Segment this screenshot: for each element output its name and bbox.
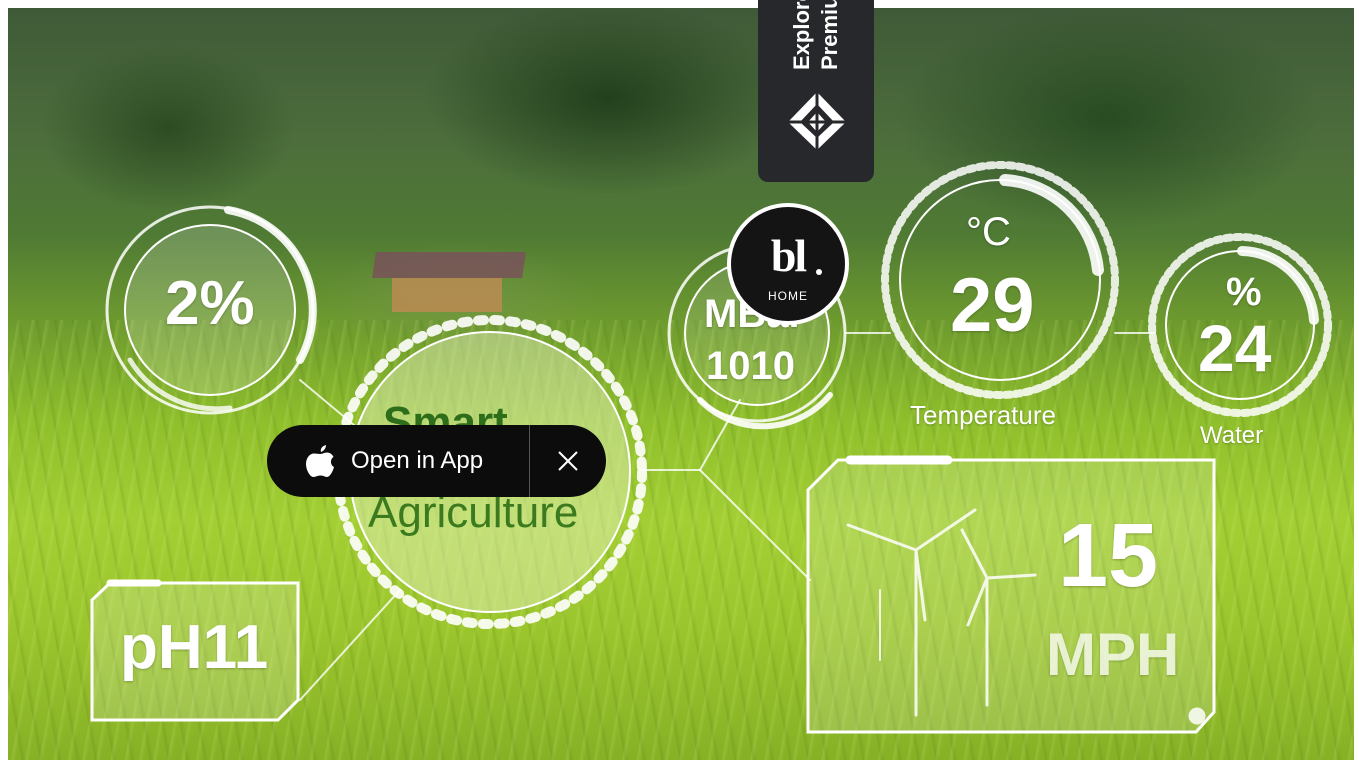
temperature-caption: Temperature	[910, 400, 1056, 430]
water-value: 24	[1198, 311, 1272, 385]
wind-value: 15	[1058, 506, 1159, 606]
pressure-value: 1010	[706, 344, 795, 388]
logo-dot	[816, 269, 822, 275]
wind-unit: MPH	[1046, 621, 1180, 688]
apple-icon	[306, 445, 334, 477]
close-banner-button[interactable]	[530, 425, 606, 497]
open-in-app-button[interactable]: Open in App	[267, 425, 529, 497]
explore-label: Explore	[789, 0, 814, 70]
bl-home-badge[interactable]: bl HOME	[727, 203, 849, 325]
bl-logo: bl	[770, 230, 807, 281]
close-icon	[558, 451, 578, 471]
diamond-logo-icon	[788, 92, 846, 150]
explore-premium-tab[interactable]: Explore Premium	[758, 0, 874, 182]
water-caption: Water	[1200, 422, 1264, 449]
home-label: HOME	[768, 289, 808, 303]
ph-label: pH11	[120, 613, 269, 682]
humidity-label: 2%	[165, 269, 255, 338]
open-in-app-label: Open in App	[351, 447, 484, 474]
app-banner: Open in App	[267, 425, 606, 497]
temperature-value: 29	[950, 263, 1035, 348]
temperature-unit: °C	[966, 210, 1011, 254]
explore-premium-text: Explore Premium	[788, 0, 858, 70]
premium-label: Premium	[817, 0, 842, 70]
water-unit: %	[1226, 270, 1262, 314]
